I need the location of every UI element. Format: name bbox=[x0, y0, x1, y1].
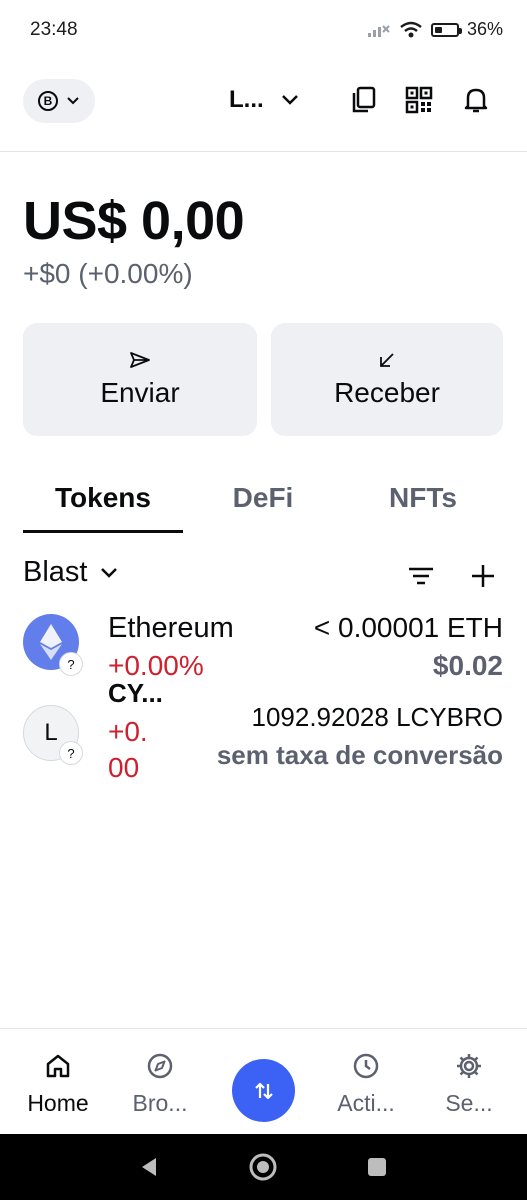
nav-activity[interactable]: Acti... bbox=[331, 1052, 401, 1117]
send-icon bbox=[130, 351, 150, 368]
chevron-down-icon bbox=[67, 97, 79, 105]
battery-percent: 36% bbox=[466, 19, 503, 39]
asset-change: +0. bbox=[108, 716, 148, 747]
copy-icon bbox=[352, 86, 376, 113]
asset-change-continued: 00 bbox=[108, 752, 140, 783]
plus-icon bbox=[472, 565, 494, 587]
tab-defi[interactable]: DeFi bbox=[183, 482, 343, 514]
bottom-nav-divider bbox=[0, 1028, 527, 1029]
system-navigation-bar bbox=[0, 1134, 527, 1200]
battery-icon bbox=[430, 22, 462, 37]
asset-fiat-value: $0.02 bbox=[432, 650, 503, 681]
asset-fiat-value: sem taxa de conversão bbox=[216, 740, 503, 770]
qr-code-button[interactable] bbox=[403, 84, 435, 116]
filter-icon bbox=[409, 567, 433, 585]
nav-activity-label: Acti... bbox=[337, 1090, 395, 1116]
balance-change: +$0 (+0.00%) bbox=[23, 258, 193, 289]
notifications-button[interactable] bbox=[460, 84, 492, 116]
receive-label: Receber bbox=[334, 376, 440, 408]
receive-button[interactable]: Receber bbox=[271, 323, 503, 436]
chevron-down-icon bbox=[281, 95, 298, 105]
filter-button[interactable] bbox=[405, 560, 437, 592]
total-balance: US$ 0,00 bbox=[23, 191, 245, 251]
send-label: Enviar bbox=[100, 376, 180, 408]
unverified-badge: ? bbox=[59, 741, 83, 765]
nav-settings[interactable]: Se... bbox=[434, 1052, 504, 1117]
home-icon bbox=[46, 1054, 70, 1078]
asset-name: CY... bbox=[108, 678, 163, 708]
asset-amount: 1092.92028 LCYBRO bbox=[251, 702, 503, 732]
tab-nfts[interactable]: NFTs bbox=[343, 482, 503, 514]
network-name: Blast bbox=[23, 556, 88, 588]
send-button[interactable]: Enviar bbox=[23, 323, 257, 436]
nav-home-label: Home bbox=[27, 1090, 89, 1116]
active-tab-indicator bbox=[23, 530, 183, 533]
receive-arrow-icon bbox=[380, 352, 394, 367]
nav-browser-label: Bro... bbox=[132, 1090, 188, 1116]
add-token-button[interactable] bbox=[467, 560, 499, 592]
wallet-name: L... bbox=[229, 86, 264, 113]
wallet-selector[interactable]: L... bbox=[229, 86, 300, 114]
asset-amount: < 0.00001 ETH bbox=[313, 612, 503, 643]
swap-button[interactable] bbox=[232, 1059, 295, 1122]
nav-browser[interactable]: Bro... bbox=[125, 1052, 195, 1117]
unverified-badge: ? bbox=[59, 652, 83, 676]
recents-icon[interactable] bbox=[366, 1156, 388, 1178]
bell-icon bbox=[464, 88, 488, 113]
chevron-down-icon bbox=[101, 567, 118, 578]
asset-row-lcybro[interactable]: L ? CY... +0. 00 1092.92028 LCYBRO sem t… bbox=[0, 678, 527, 788]
clock-icon bbox=[353, 1053, 379, 1079]
account-avatar: B bbox=[38, 91, 58, 111]
nav-settings-label: Se... bbox=[445, 1090, 493, 1116]
signal-icon bbox=[367, 24, 390, 37]
copy-address-button[interactable] bbox=[347, 84, 379, 116]
swap-arrows-icon bbox=[254, 1082, 273, 1099]
status-time: 23:48 bbox=[30, 19, 78, 40]
compass-icon bbox=[147, 1053, 173, 1079]
header-divider bbox=[0, 151, 527, 152]
qr-code-icon bbox=[405, 86, 433, 114]
tab-tokens[interactable]: Tokens bbox=[23, 482, 183, 514]
network-selector[interactable]: Blast bbox=[23, 556, 119, 589]
asset-name: Ethereum bbox=[108, 612, 234, 644]
gear-icon bbox=[457, 1054, 481, 1078]
home-circle-icon[interactable] bbox=[248, 1152, 278, 1182]
asset-row-ethereum[interactable]: ? Ethereum +0.00% < 0.00001 ETH $0.02 bbox=[0, 604, 527, 688]
account-switcher[interactable]: B bbox=[23, 79, 95, 123]
nav-home[interactable]: Home bbox=[23, 1052, 93, 1117]
back-icon[interactable] bbox=[138, 1156, 160, 1178]
status-icons: 36% bbox=[367, 19, 503, 40]
wifi-icon bbox=[400, 21, 422, 37]
